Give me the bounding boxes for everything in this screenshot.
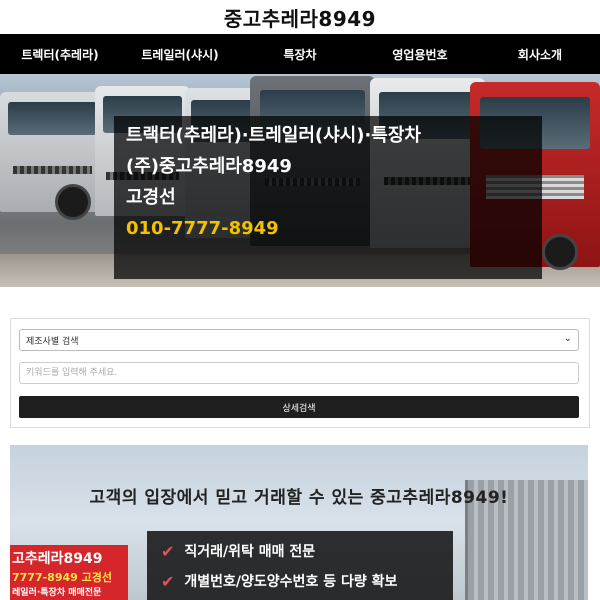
feature-item: ✔ 개별번호/양도양수번호 등 다량 확보 — [161, 571, 397, 591]
truck-grille — [12, 166, 93, 175]
detailed-search-button[interactable]: 상세검색 — [19, 396, 579, 418]
check-icon: ✔ — [161, 541, 175, 561]
nav-item-special-vehicle[interactable]: 특장차 — [240, 46, 360, 63]
search-panel: 제조사별 검색 ⌄ 상세검색 — [10, 318, 590, 428]
sign-board-title: 고추레라8949 — [12, 551, 103, 567]
site-title[interactable]: 중고추레라8949 — [224, 3, 376, 32]
main-nav: 트렉터(추레라) 트레일러(샤시) 특장차 영업용번호 회사소개 — [0, 34, 600, 74]
hero-services-line: 트랙터(추레라)·트레일러(샤시)·특장차 — [126, 125, 421, 146]
truck-wheel — [542, 234, 578, 270]
sign-board-subtitle: 레일러·특장차 매매전문 — [12, 588, 102, 598]
hero-banner: 트랙터(추레라)·트레일러(샤시)·특장차 (주)중고추레라8949 고경선 0… — [0, 74, 600, 287]
feature-item-label: 직거래/위탁 매매 전문 — [184, 544, 316, 560]
hero-contact-name: 고경선 — [126, 187, 176, 208]
manufacturer-select-value: 제조사별 검색 — [26, 336, 79, 347]
chevron-down-icon: ⌄ — [563, 333, 572, 344]
promo-banner: 고객의 입장에서 믿고 거래할 수 있는 중고추레라8949! 고추레라8949… — [10, 445, 588, 600]
hero-phone-number[interactable]: 010-7777-8949 — [126, 213, 421, 244]
promo-headline: 고객의 입장에서 믿고 거래할 수 있는 중고추레라8949! — [89, 488, 509, 508]
check-icon: ✔ — [161, 571, 175, 591]
truck-silver-1 — [0, 92, 105, 220]
feature-item: ✔ 직거래/위탁 매매 전문 — [161, 541, 315, 561]
nav-item-company-intro[interactable]: 회사소개 — [480, 46, 600, 63]
sign-board-phone: 7777-8949 고경선 — [12, 571, 112, 584]
promo-sign-board: 고추레라8949 7777-8949 고경선 레일러·특장차 매매전문 — [10, 545, 128, 600]
nav-item-tractor[interactable]: 트렉터(추레라) — [0, 46, 120, 63]
nav-item-business-number[interactable]: 영업용번호 — [360, 46, 480, 63]
promo-features-box: ✔ 직거래/위탁 매매 전문 ✔ 개별번호/양도양수번호 등 다량 확보 — [147, 531, 453, 600]
truck-wheel — [55, 184, 91, 220]
hero-company-name: (주)중고추레라8949 — [126, 156, 292, 177]
truck-windshield — [8, 101, 97, 136]
manufacturer-select[interactable]: 제조사별 검색 ⌄ — [19, 329, 579, 351]
feature-item-label: 개별번호/양도양수번호 등 다량 확보 — [184, 574, 398, 590]
nav-item-trailer[interactable]: 트레일러(샤시) — [120, 46, 240, 63]
hero-text-block: 트랙터(추레라)·트레일러(샤시)·특장차 (주)중고추레라8949 고경선 0… — [126, 120, 421, 244]
site-header: 중고추레라8949 — [0, 0, 600, 34]
keyword-search-input[interactable] — [19, 362, 579, 384]
